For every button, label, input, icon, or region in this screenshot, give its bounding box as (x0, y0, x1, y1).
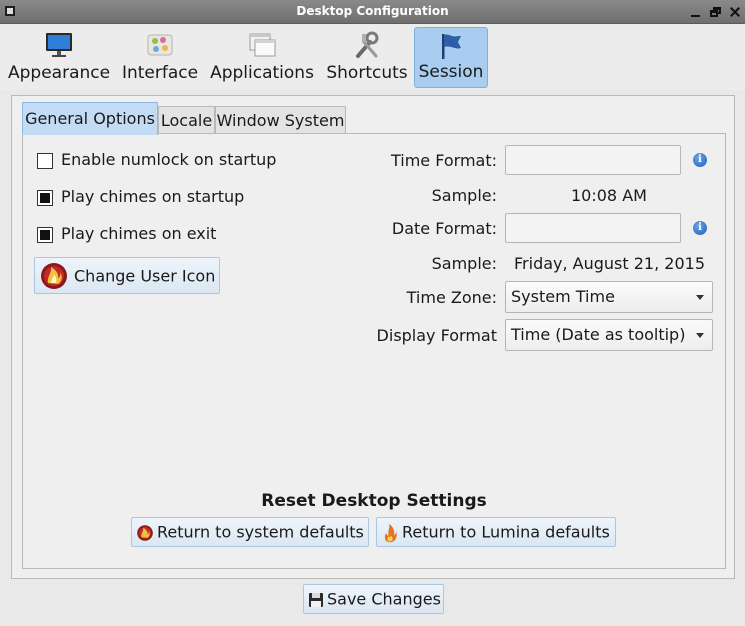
category-toolbar: Appearance Interface Applications Shortc… (0, 24, 745, 90)
save-changes-label: Save Changes (327, 589, 441, 609)
return-system-defaults-button[interactable]: Return to system defaults (131, 517, 369, 547)
tools-icon (356, 31, 379, 58)
time-zone-select[interactable]: System Time (505, 281, 713, 313)
save-changes-button[interactable]: Save Changes (303, 584, 444, 614)
window-titlebar[interactable]: Desktop Configuration (0, 0, 745, 24)
time-sample-value: 10:08 AM (571, 186, 647, 205)
window-title: Desktop Configuration (296, 4, 449, 18)
numlock-label: Enable numlock on startup (61, 150, 277, 169)
date-sample-label: Sample: (431, 254, 497, 273)
return-system-defaults-label: Return to system defaults (157, 522, 364, 542)
tab-locale[interactable]: Locale (158, 106, 215, 134)
maximize-button[interactable] (708, 4, 724, 20)
time-zone-value: System Time (511, 287, 615, 306)
toolbar-shortcuts-label: Shortcuts (326, 63, 408, 83)
time-format-label: Time Format: (390, 151, 497, 170)
date-format-input[interactable] (505, 213, 681, 243)
chimes-exit-checkbox[interactable] (37, 227, 53, 243)
save-icon (309, 593, 323, 607)
toolbar-shortcuts-button[interactable]: Shortcuts (324, 27, 410, 88)
user-icon (41, 263, 67, 289)
change-user-icon-label: Change User Icon (74, 266, 216, 285)
time-sample-label: Sample: (431, 186, 497, 205)
minimize-button[interactable] (688, 4, 704, 20)
palette-icon (147, 34, 173, 56)
date-sample-value: Friday, August 21, 2015 (514, 254, 705, 273)
monitor-icon (46, 33, 72, 57)
date-format-info-icon[interactable]: i (693, 221, 707, 235)
tab-general-options[interactable]: General Options (22, 102, 158, 135)
display-format-select[interactable]: Time (Date as tooltip) (505, 319, 713, 351)
chimes-startup-checkbox[interactable] (37, 190, 53, 206)
toolbar-session-label: Session (418, 62, 484, 82)
return-lumina-defaults-label: Return to Lumina defaults (402, 522, 610, 542)
date-format-label: Date Format: (391, 219, 497, 238)
toolbar-interface-button[interactable]: Interface (120, 27, 200, 88)
flag-icon (442, 34, 461, 59)
toolbar-appearance-label: Appearance (8, 63, 111, 83)
time-zone-label: Time Zone: (406, 288, 497, 307)
chevron-down-icon (696, 333, 704, 338)
lumina-flame-icon (384, 523, 397, 543)
reset-section-title: Reset Desktop Settings (261, 491, 487, 511)
numlock-checkbox[interactable] (37, 153, 53, 169)
time-format-input[interactable] (505, 145, 681, 175)
close-button[interactable] (727, 4, 743, 20)
change-user-icon-button[interactable]: Change User Icon (34, 257, 220, 294)
time-format-info-icon[interactable]: i (693, 153, 707, 167)
system-icon (137, 525, 153, 541)
toolbar-session-button[interactable]: Session (414, 27, 488, 88)
display-format-value: Time (Date as tooltip) (511, 325, 686, 344)
chimes-exit-label: Play chimes on exit (61, 224, 217, 243)
windows-icon (249, 33, 276, 57)
chimes-startup-label: Play chimes on startup (61, 187, 245, 206)
toolbar-appearance-button[interactable]: Appearance (8, 27, 110, 88)
display-format-label: Display Format (376, 326, 497, 345)
toolbar-applications-button[interactable]: Applications (210, 27, 314, 88)
toolbar-applications-label: Applications (210, 63, 314, 83)
return-lumina-defaults-button[interactable]: Return to Lumina defaults (376, 517, 616, 547)
tab-window-system[interactable]: Window System (215, 106, 346, 134)
toolbar-interface-label: Interface (121, 63, 199, 83)
chevron-down-icon (696, 295, 704, 300)
